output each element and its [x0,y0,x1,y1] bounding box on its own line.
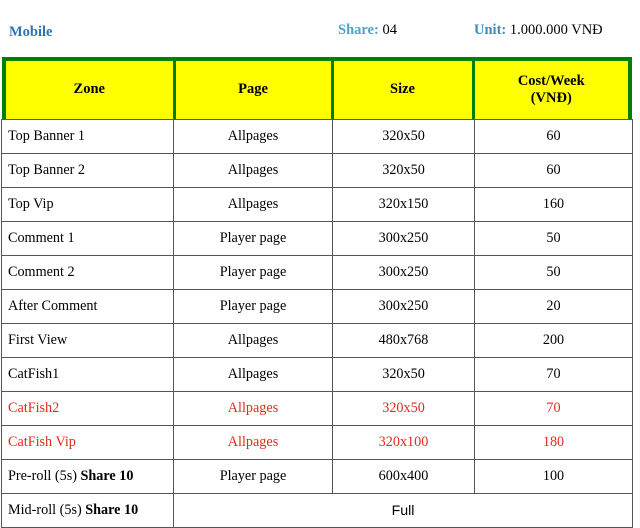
cell-merged-full: Full [173,493,633,528]
cell-size: 320x150 [332,187,475,222]
cell-zone-text: Pre-roll (5s) [8,468,81,484]
table-header-row: Zone Page Size Cost/Week (VNĐ) [2,57,632,123]
cell-page: Allpages [173,187,333,222]
share-label: Share: [338,22,379,38]
cell-size: 320x50 [332,119,475,154]
cell-zone: Top Vip [1,187,174,222]
table-row: Top Banner 2 Allpages 320x50 60 [1,153,633,188]
cell-size: 300x250 [332,255,475,290]
table-row-highlighted: CatFish Vip Allpages 320x100 180 [1,425,633,460]
document-header: Mobile Share: 04 Unit: 1.000.000 VNĐ [0,0,640,57]
cell-page: Allpages [173,153,333,188]
cell-zone: CatFish2 [1,391,174,426]
cell-zone: CatFish1 [1,357,174,392]
pricing-table-body: Top Banner 1 Allpages 320x50 60 Top Bann… [1,119,633,528]
pricing-table-header: Zone Page Size Cost/Week (VNĐ) [2,57,632,123]
cell-page: Allpages [173,119,333,154]
cell-page: Player page [173,221,333,256]
table-row-preroll: Pre-roll (5s) Share 10 Player page 600x4… [1,459,633,494]
column-header-size: Size [330,57,475,123]
cell-zone: First View [1,323,174,358]
cell-size: 300x250 [332,289,475,324]
cell-zone-text: Mid-roll (5s) [8,502,86,518]
table-row: Comment 2 Player page 300x250 50 [1,255,633,290]
cell-zone: Pre-roll (5s) Share 10 [1,459,174,494]
cell-size: 320x50 [332,357,475,392]
column-header-page: Page [172,57,334,123]
table-row: CatFish1 Allpages 320x50 70 [1,357,633,392]
cell-cost: 100 [474,459,633,494]
cell-cost: 50 [474,255,633,290]
table-row: After Comment Player page 300x250 20 [1,289,633,324]
column-header-cost: Cost/Week (VNĐ) [471,57,632,123]
cell-cost: 50 [474,221,633,256]
unit-value: 1.000.000 VNĐ [509,22,603,38]
table-row: Comment 1 Player page 300x250 50 [1,221,633,256]
cell-zone: Comment 2 [1,255,174,290]
cell-page: Allpages [173,357,333,392]
cell-cost: 60 [474,153,633,188]
cell-page: Player page [173,255,333,290]
cell-size: 480x768 [332,323,475,358]
cell-zone: Top Banner 2 [1,153,174,188]
table-row-highlighted: CatFish2 Allpages 320x50 70 [1,391,633,426]
cell-page: Allpages [173,425,333,460]
table-row: First View Allpages 480x768 200 [1,323,633,358]
column-header-cost-line2: (VNĐ) [530,90,572,106]
cell-cost: 200 [474,323,633,358]
share-value: 04 [382,22,397,38]
cell-size: 320x50 [332,391,475,426]
cell-page: Player page [173,459,333,494]
unit-label: Unit: [474,22,507,38]
share-info: Share: 04 [338,23,397,38]
cell-cost: 70 [474,391,633,426]
cell-zone: After Comment [1,289,174,324]
cell-cost: 60 [474,119,633,154]
cell-zone-share-badge: Share 10 [80,468,134,484]
cell-zone: CatFish Vip [1,425,174,460]
cell-zone-share-badge: Share 10 [85,502,139,518]
cell-zone: Mid-roll (5s) Share 10 [1,493,174,528]
cell-cost: 20 [474,289,633,324]
cell-zone: Top Banner 1 [1,119,174,154]
cell-cost: 160 [474,187,633,222]
cell-cost: 70 [474,357,633,392]
cell-size: 600x400 [332,459,475,494]
cell-cost: 180 [474,425,633,460]
table-row: Top Banner 1 Allpages 320x50 60 [1,119,633,154]
cell-size: 320x50 [332,153,475,188]
table-row: Top Vip Allpages 320x150 160 [1,187,633,222]
column-header-zone: Zone [2,57,176,123]
cell-page: Allpages [173,391,333,426]
platform-label: Mobile [9,24,53,40]
cell-page: Allpages [173,323,333,358]
column-header-cost-line1: Cost/Week [517,72,585,89]
cell-size: 300x250 [332,221,475,256]
unit-info: Unit: 1.000.000 VNĐ [474,23,603,38]
cell-size: 320x100 [332,425,475,460]
table-row-midroll: Mid-roll (5s) Share 10 Full [1,493,633,528]
cell-page: Player page [173,289,333,324]
cell-zone: Comment 1 [1,221,174,256]
